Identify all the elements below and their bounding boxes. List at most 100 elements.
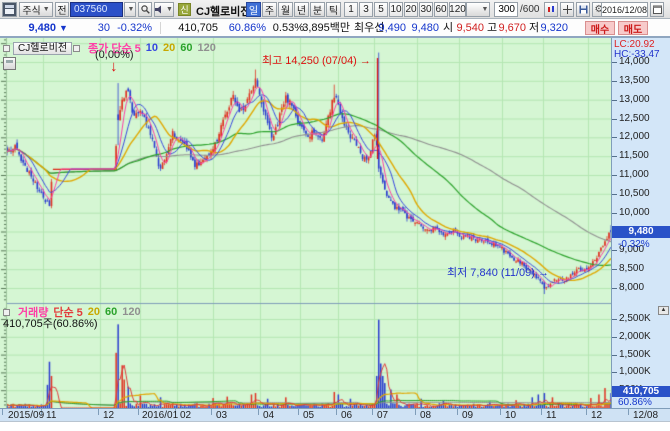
volume-readout: 410,705주(60.86%)	[3, 315, 98, 331]
date-tick	[138, 409, 139, 415]
stock-name-chip[interactable]: CJ헬로비전	[13, 42, 72, 55]
asset-type-label: 주식	[22, 2, 40, 17]
calendar-button[interactable]	[650, 2, 664, 17]
date-input[interactable]: 2016/12/08	[601, 2, 648, 17]
trade-value: 3,895백만	[302, 21, 350, 35]
period-tab-day[interactable]: 일	[246, 2, 261, 17]
chevron-down-icon: ▼	[482, 6, 489, 13]
volume-ratio: 60.86%	[222, 21, 266, 35]
sell-button[interactable]: 매도	[618, 21, 648, 35]
period-tab-year[interactable]: 년	[294, 2, 309, 17]
search-button[interactable]	[138, 2, 152, 17]
chart-area: CJ헬로비전 종가 단순 5102060120 (0,00%) ↓ 최고 14,…	[0, 37, 670, 421]
volume-tick-label: 2,500K	[619, 314, 651, 324]
date-tick	[415, 409, 416, 415]
best-bid: 9,480	[409, 21, 439, 35]
date-label: 09	[462, 410, 473, 421]
period-tab-tick[interactable]: 틱	[326, 2, 341, 17]
prev-stock-button[interactable]: 전	[55, 2, 69, 17]
chevron-down-icon: ▼	[128, 6, 135, 13]
price-chart-canvas[interactable]	[0, 38, 611, 408]
price-tick-label: 8,000	[619, 283, 644, 293]
price-tick-label: 11,500	[619, 151, 649, 161]
bar-count-input[interactable]: 300	[494, 2, 518, 17]
current-volume-tag: 410,705	[612, 386, 670, 397]
low-price: 9,320	[538, 21, 568, 35]
interval-button-120[interactable]: 120	[449, 2, 466, 17]
current-price-percent: -0.32%	[618, 239, 650, 250]
interval-button-5[interactable]: 5	[374, 2, 388, 17]
indicator-toggle-box[interactable]	[73, 45, 80, 52]
legend-item: 10	[146, 42, 158, 54]
mini-board-icon[interactable]	[3, 57, 16, 70]
interval-button-3[interactable]: 3	[359, 2, 373, 17]
date-label: 05	[303, 410, 314, 421]
date-axis[interactable]: 2015/0911122016/010203040506070809101112…	[0, 408, 670, 422]
save-button[interactable]	[576, 2, 590, 17]
volume-tick-label: 1,000K	[619, 367, 651, 377]
date-label: 02	[180, 410, 191, 421]
period-tab-minute[interactable]: 분	[310, 2, 325, 17]
indicator-toggle-box[interactable]	[3, 45, 10, 52]
date-tick	[541, 409, 542, 415]
date-tick	[500, 409, 501, 415]
interval-button-20[interactable]: 20	[404, 2, 418, 17]
date-label: 12/08	[633, 410, 658, 421]
panel-collapse-button[interactable]: ▲	[658, 306, 669, 315]
current-volume-percent: 60.86%	[618, 397, 652, 408]
mini-candles-icon	[547, 5, 556, 14]
chart-style-dropdown[interactable]: ▼	[466, 2, 490, 17]
date-label: 12	[591, 410, 602, 421]
date-label: 11	[46, 410, 56, 421]
code-dropdown-button[interactable]: ▼	[124, 2, 136, 17]
date-tick	[298, 409, 299, 415]
date-label: 2016/01	[142, 410, 178, 421]
date-label: 04	[263, 410, 274, 421]
change-value: 30	[84, 21, 110, 35]
bottom-strip	[0, 421, 670, 431]
chevron-down-icon: ▼	[43, 6, 50, 13]
best-ask: 9,490	[376, 21, 406, 35]
date-tick	[336, 409, 337, 415]
asset-type-dropdown[interactable]: 주식▼	[19, 2, 53, 17]
open-price: 9,540	[454, 21, 484, 35]
sound-button[interactable]: ▼	[154, 2, 174, 17]
date-label: 12	[103, 410, 114, 421]
interval-button-1[interactable]: 1	[344, 2, 358, 17]
date-label: 03	[216, 410, 227, 421]
stock-name: CJ헬로비전	[196, 3, 251, 19]
high-price: 9,670	[496, 21, 526, 35]
period-tab-month[interactable]: 월	[278, 2, 293, 17]
price-tick-label: 12,500	[619, 114, 650, 124]
volume-value: 410,705	[168, 21, 218, 35]
legend-item: 60	[180, 42, 192, 54]
bar-max-label: /600	[520, 4, 539, 15]
interval-button-30[interactable]: 30	[419, 2, 433, 17]
crosshair-icon	[563, 5, 572, 14]
chart-window-icon[interactable]	[2, 2, 17, 17]
price-tick-label: 14,000	[619, 57, 650, 67]
date-tick	[586, 409, 587, 415]
legend-item: 120	[122, 306, 140, 318]
buy-button[interactable]: 매수	[585, 21, 615, 35]
interval-button-10[interactable]: 10	[389, 2, 403, 17]
legend-item: 20	[163, 42, 175, 54]
date-tick	[98, 409, 99, 415]
compare-chart-button[interactable]	[544, 2, 558, 17]
date-label: 10	[505, 410, 516, 421]
price-axis-panel[interactable]: LC:20.92 HC:-33.47 14,00013,50013,00012,…	[611, 38, 670, 408]
interval-button-60[interactable]: 60	[434, 2, 448, 17]
crosshair-button[interactable]	[560, 2, 574, 17]
date-tick	[258, 409, 259, 415]
volume-tick-label: 1,500K	[619, 350, 651, 360]
date-tick	[2, 409, 3, 415]
open-label: 시	[443, 21, 453, 35]
floppy-icon	[579, 5, 588, 14]
toolbar: 주식▼ 전 037560 ▼ ▼ 신 CJ헬로비전 일주월년분틱 1351020…	[0, 0, 670, 19]
date-tick	[372, 409, 373, 415]
stock-code-input[interactable]: 037560	[70, 2, 123, 17]
annotation-high: 최고 14,250 (07/04) →	[262, 52, 371, 68]
period-tab-week[interactable]: 주	[262, 2, 277, 17]
down-arrow-icon: ↓	[110, 58, 118, 75]
annotation-low: 최저 7,840 (11/09) →	[447, 264, 549, 280]
